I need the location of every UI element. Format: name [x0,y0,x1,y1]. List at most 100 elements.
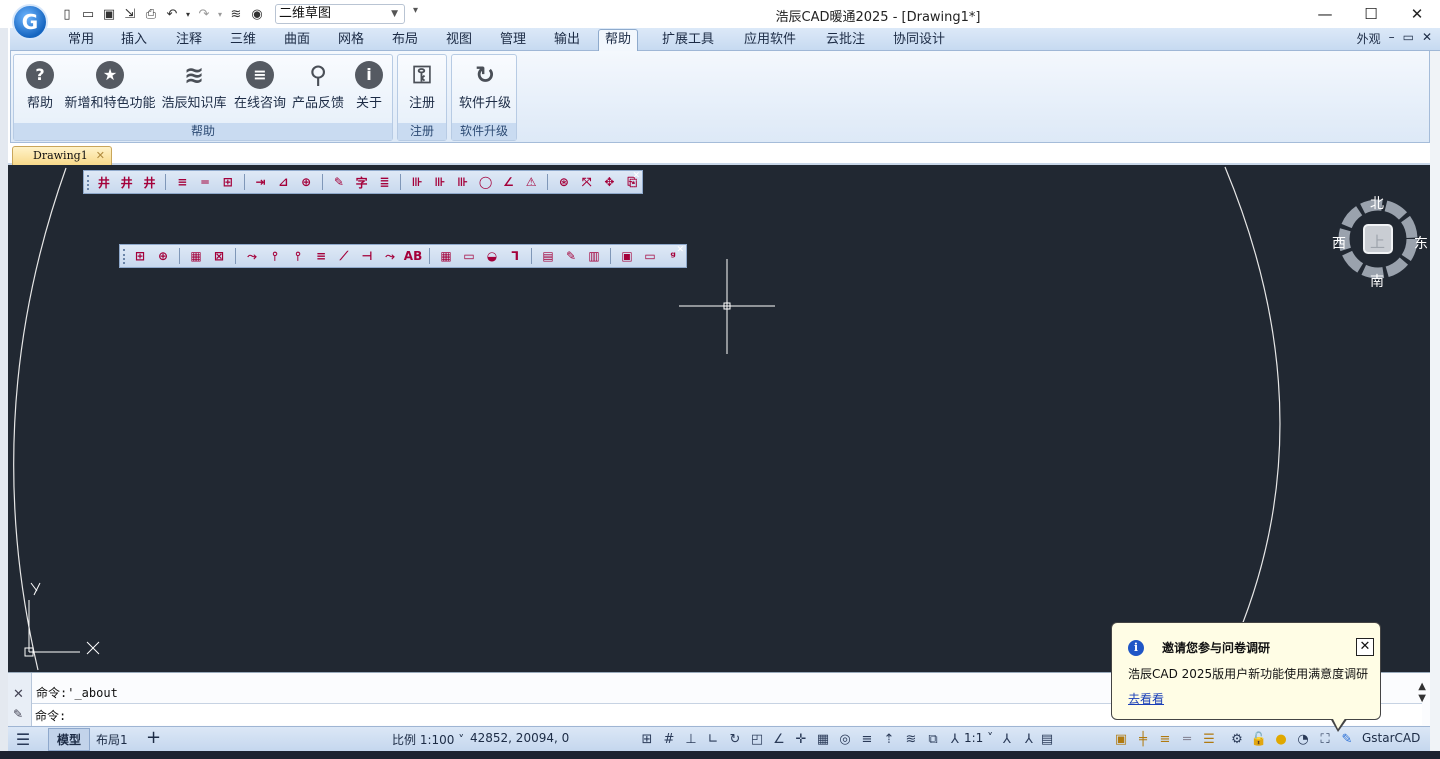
redo-icon[interactable]: ↷ [195,5,213,23]
auto-scale-icon[interactable]: ⅄ [998,731,1016,748]
about-button[interactable]: i 关于 [350,59,388,121]
close-button[interactable]: ✕ [1394,0,1440,28]
minimize-button[interactable]: — [1302,0,1348,28]
app-logo-icon[interactable]: G [12,4,48,40]
annotation-visibility-icon[interactable]: ⅄ [946,731,964,748]
tab-help[interactable]: 帮助 [598,29,639,51]
tab-cloud-markup[interactable]: 云批注 [820,31,871,51]
save-icon[interactable]: ▣ [100,5,118,23]
polar-icon[interactable]: ↻ [726,731,744,748]
tab-collaboration[interactable]: 协同设计 [887,31,951,51]
help-button[interactable]: ? 帮助 [20,59,60,121]
settings-gear-icon[interactable]: ⚙ [1228,731,1246,748]
center-mark-icon[interactable]: ⊕ [296,173,316,191]
lightbulb-icon[interactable]: ● [1272,731,1290,748]
product-feedback-button[interactable]: ⚲ 产品反馈 [290,59,346,121]
ordinate-dim-icon[interactable]: ⊪ [453,173,473,191]
feedback-pen-icon[interactable]: ✎ [1338,731,1356,748]
viewcube-east[interactable]: 东 [1414,233,1428,253]
viewcube-north[interactable]: 北 [1370,193,1384,213]
baseline-dim-icon[interactable]: ⊪ [430,173,450,191]
elevation-icon[interactable]: ⫯ [265,247,285,265]
multi-leader-icon[interactable]: ≡ [311,247,331,265]
tab-applications[interactable]: 应用软件 [738,31,802,51]
hamburger-menu-icon[interactable]: ☰ [14,730,32,749]
tab-manage[interactable]: 管理 [494,31,532,51]
window-dim-icon[interactable]: ⊞ [218,173,238,191]
properties-icon[interactable]: ▤ [1038,731,1056,748]
annotation-scale-dropdown[interactable]: 1:1 ˅ [964,731,993,745]
appearance-menu[interactable]: 外观 [1357,30,1381,47]
double-line-icon[interactable]: ═ [195,173,215,191]
undo-dropdown-icon[interactable]: ▾ [184,5,192,23]
frame-icon[interactable]: ⊠ [209,247,229,265]
lock-icon[interactable]: 🔓 [1250,731,1268,748]
command-customize-icon[interactable]: ✎ [13,707,23,721]
ruler-icon[interactable]: ▭ [459,247,479,265]
align-dim-icon[interactable]: ≡ [172,173,192,191]
ribbon-close-icon[interactable]: ✕ [1422,30,1432,47]
workspace-switch-icon[interactable]: ▣ [1112,731,1130,748]
viewcube-south[interactable]: 南 [1370,271,1384,291]
grid-axis-icon[interactable]: 井 [94,173,114,191]
tab-mesh[interactable]: 网格 [332,31,370,51]
annotation-scale-icon[interactable]: ⅄ [1020,731,1038,748]
layout1-tab[interactable]: 布局1 [96,731,128,748]
tab-view[interactable]: 视图 [440,31,478,51]
slope-dim-icon[interactable]: ⚠ [521,173,541,191]
product-label[interactable]: GstarCAD [1362,731,1420,745]
tab-3d[interactable]: 三维 [224,31,262,51]
grid-icon[interactable]: ⊞ [638,731,656,748]
undo-icon[interactable]: ↶ [163,5,181,23]
spreadsheet-icon[interactable]: ▥ [584,247,604,265]
tab-insert[interactable]: 插入 [115,31,153,51]
lineweight-icon[interactable]: ◎ [836,731,854,748]
radius-dim-icon[interactable]: ◯ [476,173,496,191]
linear-dim-icon[interactable]: ⇥ [251,173,271,191]
register-button[interactable]: ⚿ 注册 [402,59,442,121]
leader-icon[interactable]: ⤳ [242,247,262,265]
survey-link[interactable]: 去看看 [1128,690,1164,707]
ribbon-minimize-icon[interactable]: – [1389,30,1395,47]
grid-axis-3-icon[interactable]: 井 [140,173,160,191]
cleanscreen-layout-icon[interactable]: ☰ [1200,731,1218,748]
arc-dim-icon[interactable]: ⊿ [273,173,293,191]
zoom-icon[interactable]: ⊕ [153,247,173,265]
workspace-select[interactable]: 二维草图 ▼ [275,4,405,24]
viewcube-west[interactable]: 西 [1332,233,1346,253]
ucs-status-icon[interactable]: ╪ [1134,731,1152,748]
tab-annotate[interactable]: 注释 [170,31,208,51]
dynamic-ucs-icon[interactable]: ✛ [792,731,810,748]
fullscreen-icon[interactable]: ⛶ [1316,731,1334,748]
save-as-icon[interactable]: ⇲ [121,5,139,23]
move-icon[interactable]: ✥ [600,173,620,191]
arrow-label-icon[interactable]: ⤳ [380,247,400,265]
index-grid-icon[interactable]: ▦ [436,247,456,265]
text-label-icon[interactable]: AB [403,247,423,265]
selection-cycle-icon[interactable]: ⇡ [880,731,898,748]
single-text-icon[interactable]: 字 [352,173,372,191]
text-edit-icon[interactable]: ✎ [329,173,349,191]
toolbar-grip-icon[interactable] [87,175,90,190]
symbol-icon[interactable]: ⊛ [554,173,574,191]
grid-axis-2-icon[interactable]: 井 [117,173,137,191]
multi-text-icon[interactable]: ≣ [375,173,395,191]
ortho-icon[interactable]: ∟ [704,731,722,748]
maximize-button[interactable]: ☐ [1348,0,1394,28]
document-tab[interactable]: Drawing1 ✕ [12,146,112,165]
lines-icon[interactable]: ═ [1178,731,1196,748]
viewcube[interactable]: 北 南 东 西 上 [1326,193,1428,293]
dynamic-input-icon[interactable]: ▦ [814,731,832,748]
quick-props-icon[interactable]: ≡ [1156,731,1174,748]
angle-dim-icon[interactable]: ∠ [498,173,518,191]
layers-status-icon[interactable]: ≋ [902,731,920,748]
tab-output[interactable]: 输出 [548,31,586,51]
tab-layout[interactable]: 布局 [386,31,424,51]
chain-dim-icon[interactable]: ⊪ [407,173,427,191]
new-file-icon[interactable]: ▯ [58,5,76,23]
transparency-icon[interactable]: ≡ [858,731,876,748]
toolbar-close-icon[interactable]: ✕ [632,171,640,181]
redo-dropdown-icon[interactable]: ▾ [216,5,224,23]
close-command-icon[interactable]: ✕ [13,687,24,702]
slope-label-icon[interactable]: ⟋ [334,247,354,265]
